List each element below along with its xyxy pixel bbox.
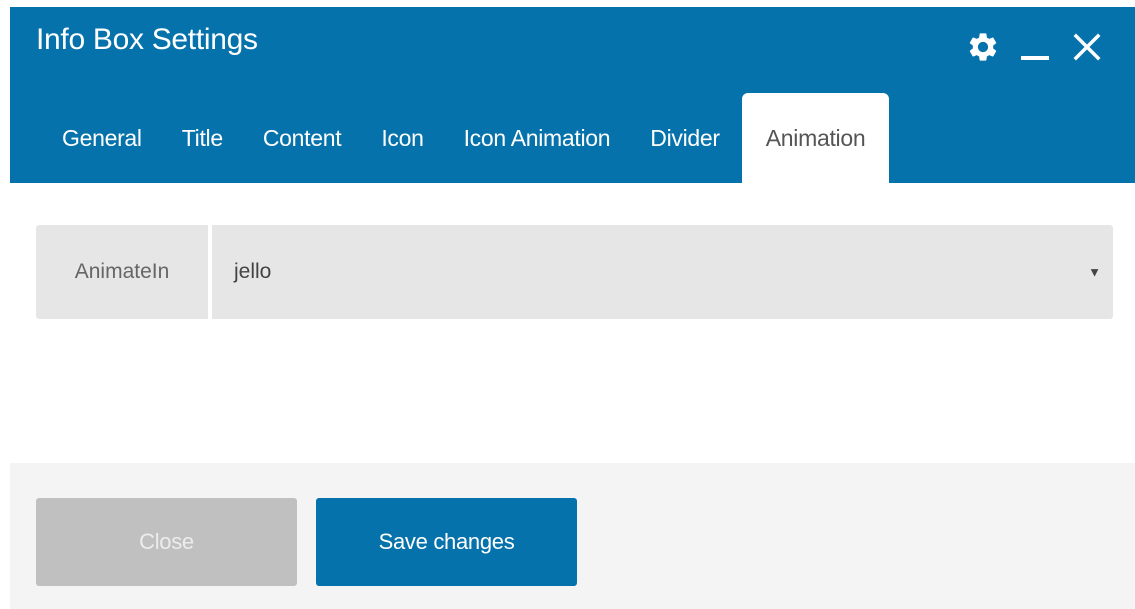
window-controls — [963, 27, 1107, 67]
settings-tabs: General Title Content Icon Icon Animatio… — [42, 93, 890, 183]
minimize-icon[interactable] — [1015, 27, 1055, 67]
close-icon[interactable] — [1067, 27, 1107, 67]
info-box-settings-dialog: Info Box Settings General Title Content … — [10, 7, 1135, 609]
tab-icon[interactable]: Icon — [361, 93, 443, 183]
gear-icon[interactable] — [963, 27, 1003, 67]
animate-in-select[interactable]: jello ▼ — [212, 225, 1113, 319]
dialog-footer: Close Save changes — [10, 463, 1135, 609]
tab-content[interactable]: Content — [243, 93, 361, 183]
animate-in-label: AnimateIn — [36, 225, 208, 319]
dialog-body: AnimateIn jello ▼ — [10, 183, 1135, 463]
tab-title[interactable]: Title — [162, 93, 243, 183]
dropdown-caret-icon: ▼ — [1088, 264, 1101, 280]
save-changes-button[interactable]: Save changes — [316, 498, 577, 586]
tab-general[interactable]: General — [42, 93, 162, 183]
dialog-header: Info Box Settings General Title Content … — [10, 7, 1135, 183]
tab-icon-animation[interactable]: Icon Animation — [444, 93, 631, 183]
tab-animation[interactable]: Animation — [741, 93, 890, 183]
animate-in-field: AnimateIn jello ▼ — [36, 225, 1113, 319]
close-button[interactable]: Close — [36, 498, 297, 586]
animate-in-value: jello — [234, 260, 272, 283]
tab-divider[interactable]: Divider — [630, 93, 739, 183]
dialog-title: Info Box Settings — [36, 23, 258, 56]
